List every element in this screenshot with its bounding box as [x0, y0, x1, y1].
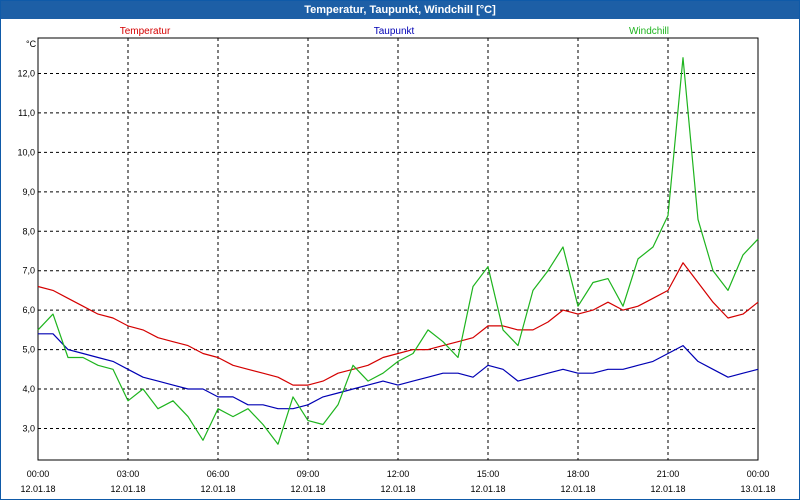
y-tick-label: 10,0 — [17, 147, 35, 157]
chart-canvas: 3,0 4,0 5,0 6,0 7,0 8,0 9,0 10,0 11,0 12,0 00:00 1… — [17, 26, 775, 494]
y-tick-label: 5,0 — [22, 345, 35, 355]
x-tick-time: 15:00 — [477, 469, 500, 479]
x-tick-date: 13.01.18 — [740, 484, 775, 494]
y-axis: 3,0 4,0 5,0 6,0 7,0 8,0 9,0 10,0 11,0 12,0 — [17, 68, 35, 433]
legend-item-temperatur: Temperatur — [120, 26, 171, 37]
x-tick-date: 12.01.18 — [560, 484, 595, 494]
x-tick-time: 00:00 — [747, 469, 770, 479]
x-tick-date: 12.01.18 — [200, 484, 235, 494]
legend: Temperatur Taupunkt Windchill — [120, 26, 669, 37]
y-tick-label: 4,0 — [22, 384, 35, 394]
x-tick-time: 00:00 — [27, 469, 50, 479]
x-tick-date: 12.01.18 — [290, 484, 325, 494]
y-tick-label: 9,0 — [22, 187, 35, 197]
y-tick-label: 6,0 — [22, 305, 35, 315]
x-tick-time: 21:00 — [657, 469, 680, 479]
x-tick-date: 12.01.18 — [110, 484, 145, 494]
y-axis-label: °C — [26, 39, 37, 49]
x-tick-date: 12.01.18 — [650, 484, 685, 494]
x-tick-time: 03:00 — [117, 469, 140, 479]
x-tick-date: 12.01.18 — [20, 484, 55, 494]
legend-item-taupunkt: Taupunkt — [374, 26, 415, 37]
y-tick-label: 8,0 — [22, 226, 35, 236]
legend-item-windchill: Windchill — [629, 26, 669, 37]
x-tick-time: 09:00 — [297, 469, 320, 479]
x-tick-date: 12.01.18 — [380, 484, 415, 494]
x-tick-time: 06:00 — [207, 469, 230, 479]
x-tick-time: 12:00 — [387, 469, 410, 479]
x-axis: 00:00 12.01.18 03:00 12.01.18 06:00 12.01.18 0… — [20, 469, 775, 494]
x-tick-time: 18:00 — [567, 469, 590, 479]
y-tick-label: 12,0 — [17, 68, 35, 78]
y-tick-label: 7,0 — [22, 266, 35, 276]
y-tick-label: 11,0 — [18, 108, 35, 118]
y-tick-label: 3,0 — [22, 423, 35, 433]
x-tick-date: 12.01.18 — [470, 484, 505, 494]
